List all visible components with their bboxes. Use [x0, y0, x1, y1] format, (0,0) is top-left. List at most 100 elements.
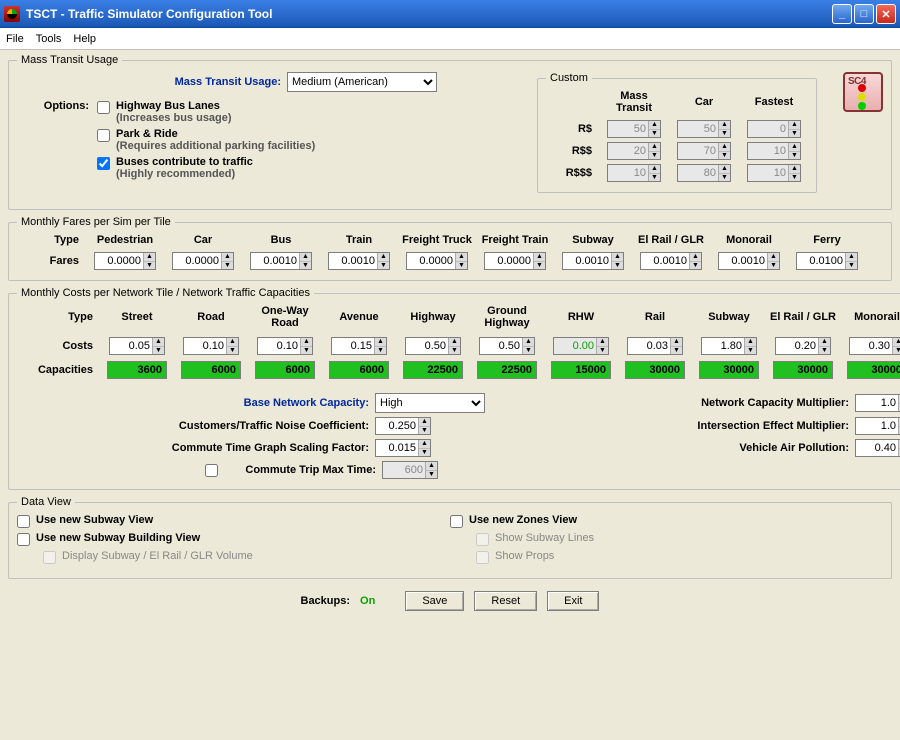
backups-label: Backups: — [301, 595, 351, 607]
r3-fast-spin[interactable]: ▲▼ — [747, 164, 801, 182]
fare-col-hdr: Monorail — [726, 234, 772, 248]
fare-col-hdr: Freight Truck — [402, 234, 472, 248]
cap-cell-6: 15000 — [551, 361, 611, 379]
cost-spin-8[interactable]: ▲▼ — [701, 337, 757, 355]
fare-col-hdr: Train — [346, 234, 372, 248]
group-dataview: Data View Use new Subway View Use new Su… — [8, 496, 892, 579]
opt-park-ride: Park & Ride(Requires additional parking … — [97, 128, 511, 152]
ck-show-subway-lines — [476, 533, 489, 546]
ctsf-spin[interactable]: ▲▼ — [375, 439, 431, 457]
cap-cell-7: 30000 — [625, 361, 685, 379]
ctmt-spin[interactable]: ▲▼ — [382, 461, 438, 479]
cost-spin-4[interactable]: ▲▼ — [405, 337, 461, 355]
r2-fast-spin[interactable]: ▲▼ — [747, 142, 801, 160]
minimize-button[interactable]: _ — [832, 4, 852, 24]
cost-col-hdr: Street — [121, 311, 152, 325]
r3-car-spin[interactable]: ▲▼ — [677, 164, 731, 182]
r1-fast-spin[interactable]: ▲▼ — [747, 120, 801, 138]
group-costs: Monthly Costs per Network Tile / Network… — [8, 287, 900, 490]
ck-subway-view[interactable] — [17, 515, 30, 528]
cost-spin-10[interactable]: ▲▼ — [849, 337, 900, 355]
opt1-checkbox[interactable] — [97, 101, 110, 114]
cap-cell-2: 6000 — [255, 361, 315, 379]
ck-show-props — [476, 551, 489, 564]
ck-subway-building-view[interactable] — [17, 533, 30, 546]
cost-spin-2[interactable]: ▲▼ — [257, 337, 313, 355]
cap-cell-3: 6000 — [329, 361, 389, 379]
r1-car-spin[interactable]: ▲▼ — [677, 120, 731, 138]
cost-spin-6[interactable]: ▲▼ — [553, 337, 609, 355]
save-button[interactable]: Save — [405, 591, 464, 611]
menu-tools[interactable]: Tools — [36, 33, 62, 45]
base-network-capacity-select[interactable]: High — [375, 393, 485, 413]
group-custom: Custom Mass TransitCarFastest R$ ▲▼ ▲▼ ▲… — [537, 72, 817, 193]
cost-col-hdr: El Rail / GLR — [770, 311, 836, 325]
ck-display-volume — [43, 551, 56, 564]
cost-spin-7[interactable]: ▲▼ — [627, 337, 683, 355]
cap-cell-4: 22500 — [403, 361, 463, 379]
opt-buses-traffic: Buses contribute to traffic(Highly recom… — [97, 156, 511, 180]
cap-cell-8: 30000 — [699, 361, 759, 379]
r2-car-spin[interactable]: ▲▼ — [677, 142, 731, 160]
reset-button[interactable]: Reset — [474, 591, 537, 611]
fare-spin-3[interactable]: ▲▼ — [328, 252, 390, 270]
fare-spin-5[interactable]: ▲▼ — [484, 252, 546, 270]
fare-col-hdr: Subway — [572, 234, 614, 248]
cost-col-hdr: Rail — [645, 311, 665, 325]
fare-spin-6[interactable]: ▲▼ — [562, 252, 624, 270]
exit-button[interactable]: Exit — [547, 591, 599, 611]
cap-cell-10: 30000 — [847, 361, 900, 379]
opt3-checkbox[interactable] — [97, 157, 110, 170]
mtu-label: Mass Transit Usage: — [17, 76, 287, 88]
close-button[interactable]: ✕ — [876, 4, 896, 24]
cost-col-hdr: Ground Highway — [473, 305, 541, 331]
menu-help[interactable]: Help — [73, 33, 96, 45]
maximize-button[interactable]: □ — [854, 4, 874, 24]
cap-cell-5: 22500 — [477, 361, 537, 379]
group-fares: Monthly Fares per Sim per Tile TypePedes… — [8, 216, 892, 281]
cost-col-hdr: Monorail — [854, 311, 900, 325]
fare-spin-4[interactable]: ▲▼ — [406, 252, 468, 270]
fare-spin-2[interactable]: ▲▼ — [250, 252, 312, 270]
cost-spin-1[interactable]: ▲▼ — [183, 337, 239, 355]
cost-spin-9[interactable]: ▲▼ — [775, 337, 831, 355]
fare-spin-0[interactable]: ▲▼ — [94, 252, 156, 270]
fare-spin-1[interactable]: ▲▼ — [172, 252, 234, 270]
opt-highway-bus-lanes: Highway Bus Lanes(Increases bus usage) — [97, 100, 511, 124]
menu-file[interactable]: File — [6, 33, 24, 45]
fare-col-hdr: Ferry — [813, 234, 841, 248]
fare-col-hdr: Bus — [271, 234, 292, 248]
r1-mt-spin[interactable]: ▲▼ — [607, 120, 661, 138]
ctmt-checkbox[interactable] — [205, 464, 218, 477]
window-title: TSCT - Traffic Simulator Configuration T… — [26, 7, 832, 21]
fare-col-hdr: Freight Train — [482, 234, 549, 248]
ck-zones-view[interactable] — [450, 515, 463, 528]
vap-spin[interactable]: ▲▼ — [855, 439, 900, 457]
fare-spin-9[interactable]: ▲▼ — [796, 252, 858, 270]
sc4-icon: SC4 — [843, 72, 883, 112]
r3-mt-spin[interactable]: ▲▼ — [607, 164, 661, 182]
options-label: Options: — [17, 100, 97, 112]
cost-col-hdr: RHW — [568, 311, 594, 325]
opt2-checkbox[interactable] — [97, 129, 110, 142]
cost-col-hdr: Subway — [708, 311, 750, 325]
cost-spin-3[interactable]: ▲▼ — [331, 337, 387, 355]
fare-col-hdr: Pedestrian — [97, 234, 153, 248]
cost-spin-5[interactable]: ▲▼ — [479, 337, 535, 355]
ctnc-spin[interactable]: ▲▼ — [375, 417, 431, 435]
fare-spin-7[interactable]: ▲▼ — [640, 252, 702, 270]
titlebar: TSCT - Traffic Simulator Configuration T… — [0, 0, 900, 28]
ncm-spin[interactable]: ▲▼ — [855, 394, 900, 412]
iem-spin[interactable]: ▲▼ — [855, 417, 900, 435]
mtu-select[interactable]: Medium (American) — [287, 72, 437, 92]
legend-mtu: Mass Transit Usage — [17, 54, 122, 66]
r2-mt-spin[interactable]: ▲▼ — [607, 142, 661, 160]
cap-cell-9: 30000 — [773, 361, 833, 379]
fare-spin-8[interactable]: ▲▼ — [718, 252, 780, 270]
group-mass-transit-usage: Mass Transit Usage Mass Transit Usage: M… — [8, 54, 892, 210]
cost-spin-0[interactable]: ▲▼ — [109, 337, 165, 355]
cost-col-hdr: Avenue — [339, 311, 378, 325]
fare-col-hdr: El Rail / GLR — [638, 234, 704, 248]
fare-col-hdr: Car — [194, 234, 212, 248]
cost-col-hdr: One-Way Road — [251, 305, 319, 331]
